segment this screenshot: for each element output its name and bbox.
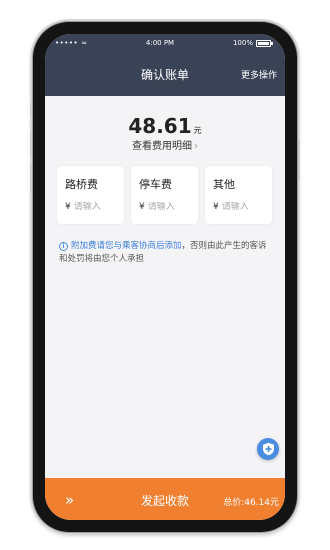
app-screen: ••••• ≈ 4:00 PM 100% 确认账单 更多操作 48.61 元 查看… [45,34,285,520]
fee-input-row: ¥ [65,202,120,212]
fee-card-parking[interactable]: 停车费 ¥ [131,166,198,224]
more-actions-button[interactable]: 更多操作 [241,68,277,81]
battery-percent: 100% [232,39,253,47]
info-icon: i [59,242,68,251]
toll-fee-input[interactable] [73,202,120,212]
other-fee-input[interactable] [221,202,268,212]
amount-value: 48.61 [128,114,192,138]
notice-highlight: 附加费请您与乘客协商后添加 [71,241,182,251]
chevron-right-icon: › [194,141,198,152]
status-time: 4:00 PM [145,39,175,47]
fee-card-other[interactable]: 其他 ¥ [205,166,272,224]
fee-card-title: 其他 [213,178,235,191]
safety-shield-button[interactable] [257,438,279,460]
fee-card-title: 停车费 [139,178,172,191]
nav-bar: 确认账单 更多操作 [45,52,285,96]
power-button [298,140,300,180]
surcharge-notice: i 附加费请您与乘客协商后添加，否则由此产生的客诉和处罚将由您个人承担 [59,240,273,266]
volume-down-button [30,164,32,192]
total-price: 总价:46.14元 [223,498,279,508]
volume-up-button [30,130,32,158]
fee-card-title: 路桥费 [65,178,98,191]
yen-icon: ¥ [139,202,145,212]
amount-unit: 元 [193,126,202,135]
bottom-action-bar: » 发起收款 总价:46.14元 [45,478,285,520]
fee-card-toll[interactable]: 路桥费 ¥ [57,166,124,224]
status-left: ••••• ≈ [55,39,87,47]
battery-group: 100% [232,39,273,47]
amount-display: 48.61 元 [45,114,285,138]
status-bar: ••••• ≈ 4:00 PM 100% [45,34,285,52]
phone-frame: ••••• ≈ 4:00 PM 100% 确认账单 更多操作 48.61 元 查看… [30,22,300,532]
yen-icon: ¥ [213,202,219,212]
fee-input-row: ¥ [213,202,268,212]
wifi-icon: ≈ [81,39,88,47]
parking-fee-input[interactable] [147,202,194,212]
battery-icon [255,39,273,47]
fee-detail-link[interactable]: 查看费用明细 › [45,137,285,152]
fee-detail-label: 查看费用明细 [132,141,192,152]
signal-icon: ••••• [55,39,79,47]
yen-icon: ¥ [65,202,71,212]
shield-plus-icon [262,442,274,456]
mute-switch [30,102,32,118]
fee-input-row: ¥ [139,202,194,212]
